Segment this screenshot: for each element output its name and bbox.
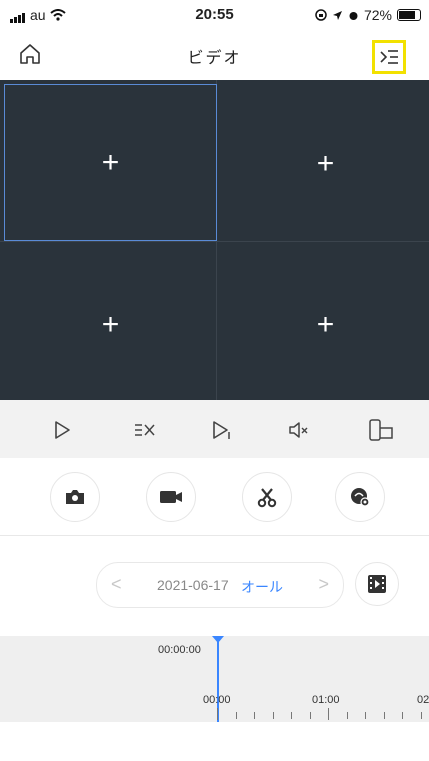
timeline-tick bbox=[402, 712, 403, 719]
rotate-button[interactable] bbox=[368, 418, 393, 442]
add-camera-icon: + bbox=[316, 307, 335, 341]
section-divider bbox=[0, 535, 429, 536]
battery-level bbox=[399, 11, 415, 19]
video-cell-1[interactable]: + bbox=[4, 84, 217, 241]
video-grid: + + + + bbox=[0, 80, 429, 400]
timeline-tick bbox=[272, 712, 274, 719]
camera-icon bbox=[66, 490, 84, 504]
add-camera-icon: + bbox=[101, 145, 120, 179]
snapshot-button[interactable] bbox=[50, 472, 100, 522]
next-date-button[interactable]: > bbox=[318, 574, 329, 595]
add-camera-icon: + bbox=[316, 146, 335, 180]
alarm-icon bbox=[349, 11, 358, 20]
play-icon bbox=[55, 421, 70, 439]
date-value[interactable]: 2021-06-17 bbox=[157, 577, 229, 593]
battery-percent: 72% bbox=[363, 7, 392, 23]
list-select-icon bbox=[380, 50, 398, 64]
video-cell-2[interactable]: + bbox=[219, 84, 429, 243]
timeline-tick bbox=[383, 712, 385, 719]
video-record-icon bbox=[160, 491, 182, 503]
rotate-icon bbox=[369, 419, 393, 441]
bottom-area bbox=[0, 722, 429, 761]
playback-view-button[interactable] bbox=[335, 472, 385, 522]
close-all-icon bbox=[135, 424, 155, 436]
page-title: ビデオ bbox=[187, 50, 242, 67]
status-bar: au 20:55 72% bbox=[0, 0, 429, 28]
action-buttons bbox=[0, 458, 429, 538]
list-select-button[interactable] bbox=[372, 40, 406, 74]
location-icon bbox=[332, 10, 342, 20]
timeline-tick bbox=[254, 712, 255, 719]
video-cell-4[interactable]: + bbox=[219, 245, 429, 404]
tick-label: 02 bbox=[417, 694, 429, 706]
mute-button[interactable] bbox=[287, 418, 311, 442]
scissors-icon bbox=[257, 488, 277, 508]
timeline-tick bbox=[328, 708, 329, 720]
video-cell-3[interactable]: + bbox=[4, 245, 217, 404]
nav-bar: ビデオ bbox=[0, 28, 429, 80]
tick-label: 00:00 bbox=[203, 694, 231, 706]
current-time: 00:00:00 bbox=[158, 644, 201, 656]
lock-rotation-icon bbox=[315, 9, 327, 21]
battery-icon bbox=[397, 9, 421, 21]
record-button[interactable] bbox=[146, 472, 196, 522]
timeline-tick bbox=[420, 712, 422, 719]
film-clip-icon bbox=[368, 575, 386, 593]
timeline-tick bbox=[291, 712, 292, 719]
status-right: 72% bbox=[315, 7, 421, 23]
clip-list-button[interactable] bbox=[355, 562, 399, 606]
playback-toolbar bbox=[0, 400, 429, 458]
timeline[interactable]: 00:00:00 00:00 01:00 02 bbox=[0, 636, 429, 722]
play-button[interactable] bbox=[50, 418, 74, 442]
date-selector: < 2021-06-17 オール > bbox=[96, 562, 344, 608]
clip-cut-button[interactable] bbox=[242, 472, 292, 522]
timeline-tick bbox=[309, 712, 311, 719]
add-camera-icon: + bbox=[101, 307, 120, 341]
next-frame-button[interactable] bbox=[210, 418, 234, 442]
mute-icon bbox=[289, 422, 308, 438]
timeline-tick bbox=[217, 708, 218, 720]
timeline-tick bbox=[235, 712, 237, 719]
tick-label: 01:00 bbox=[312, 694, 340, 706]
filter-type[interactable]: オール bbox=[241, 577, 283, 597]
close-all-button[interactable] bbox=[133, 418, 157, 442]
playback-eye-icon bbox=[351, 488, 370, 507]
timeline-tick bbox=[346, 712, 348, 719]
prev-date-button[interactable]: < bbox=[111, 574, 122, 595]
next-frame-icon bbox=[213, 421, 230, 439]
timeline-tick bbox=[365, 712, 366, 719]
